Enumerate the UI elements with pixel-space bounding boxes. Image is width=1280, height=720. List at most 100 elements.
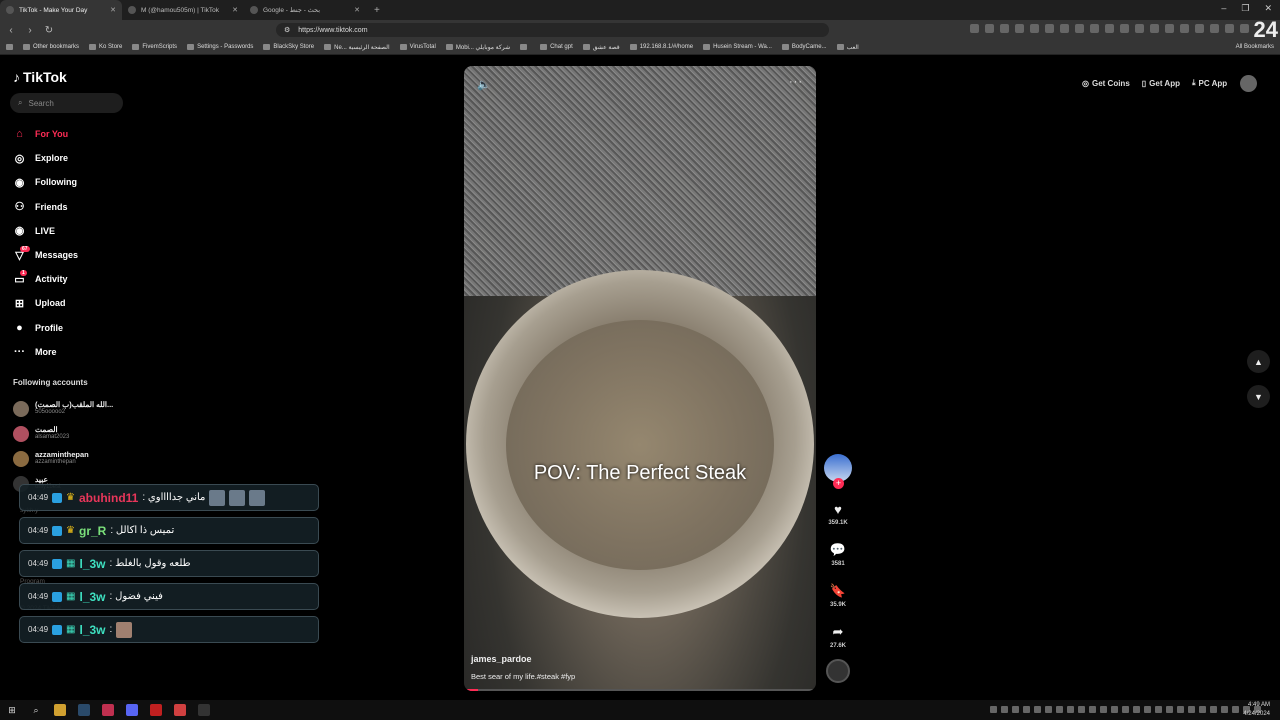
tray-icon[interactable] bbox=[1078, 706, 1085, 713]
following-account[interactable]: الله الملقب(ب الصمت)... 505ooooo2 bbox=[13, 396, 113, 421]
extension-icon[interactable] bbox=[985, 24, 994, 33]
extension-icon[interactable] bbox=[1030, 24, 1039, 33]
extension-icon[interactable] bbox=[1120, 24, 1129, 33]
reload-icon[interactable]: ↻ bbox=[44, 25, 54, 36]
tray-icon[interactable] bbox=[1188, 706, 1195, 713]
search-input[interactable]: ⌕ Search bbox=[10, 93, 123, 113]
tray-icon[interactable] bbox=[1001, 706, 1008, 713]
app-icon[interactable] bbox=[174, 704, 186, 716]
back-icon[interactable]: ‹ bbox=[6, 25, 16, 36]
extension-icon[interactable] bbox=[1195, 24, 1204, 33]
like-button[interactable]: ♥ 359.1K bbox=[828, 502, 847, 526]
sidebar-item-explore[interactable]: ◎ Explore bbox=[12, 146, 78, 170]
minimize-icon[interactable]: – bbox=[1221, 3, 1226, 14]
sidebar-item-friends[interactable]: ⚇ Friends bbox=[12, 195, 78, 219]
get-coins-button[interactable]: ◎ Get Coins bbox=[1082, 79, 1130, 88]
forward-icon[interactable]: › bbox=[25, 25, 35, 36]
pc-app-button[interactable]: ⤓ PC App bbox=[1192, 78, 1227, 88]
tray-icon[interactable] bbox=[990, 706, 997, 713]
previous-video-button[interactable]: ▲ bbox=[1247, 350, 1270, 373]
close-tab-icon[interactable]: ✕ bbox=[354, 6, 360, 14]
following-account[interactable]: azzaminthepan azzaminthepan bbox=[13, 446, 113, 471]
tray-icon[interactable] bbox=[1221, 706, 1228, 713]
tray-icon[interactable] bbox=[1133, 706, 1140, 713]
sidebar-item-activity[interactable]: ▭ 1 Activity bbox=[12, 267, 78, 291]
tray-icon[interactable] bbox=[1122, 706, 1129, 713]
tray-icon[interactable] bbox=[1111, 706, 1118, 713]
bookmark-item[interactable]: Ne... الصفحة الرئيسية bbox=[324, 44, 390, 51]
steam-icon[interactable] bbox=[78, 704, 90, 716]
bookmark-item[interactable]: 192.168.8.1/#/home bbox=[629, 44, 693, 50]
browser-tab-profile[interactable]: M (@hamou505m) | TikTok ✕ bbox=[122, 0, 244, 20]
bookmark-item[interactable]: BlackSky Store bbox=[263, 44, 314, 50]
tray-icon[interactable] bbox=[1067, 706, 1074, 713]
close-tab-icon[interactable]: ✕ bbox=[232, 6, 238, 14]
sidebar-item-upload[interactable]: ⊞ Upload bbox=[12, 291, 78, 315]
windows-start-icon[interactable]: ⊞ bbox=[6, 704, 18, 716]
extension-icon[interactable] bbox=[1210, 24, 1219, 33]
obs-icon[interactable] bbox=[198, 704, 210, 716]
bookmark-item[interactable]: Husein Stream - Wa... bbox=[703, 44, 772, 50]
tray-icon[interactable] bbox=[1023, 706, 1030, 713]
extension-icon[interactable] bbox=[1105, 24, 1114, 33]
tray-icon[interactable] bbox=[1056, 706, 1063, 713]
creator-avatar[interactable]: + bbox=[824, 454, 852, 489]
extension-icon[interactable] bbox=[1240, 24, 1249, 33]
next-video-button[interactable]: ▼ bbox=[1247, 385, 1270, 408]
extension-icon[interactable] bbox=[1060, 24, 1069, 33]
tray-icon[interactable] bbox=[1199, 706, 1206, 713]
get-app-button[interactable]: ▯ Get App bbox=[1142, 79, 1180, 88]
sidebar-item-for-you[interactable]: ⌂ For You bbox=[12, 122, 78, 146]
site-info-icon[interactable]: ⚙ bbox=[284, 26, 290, 34]
extension-icon[interactable] bbox=[1045, 24, 1054, 33]
address-bar[interactable]: ⚙ https://www.tiktok.com bbox=[276, 23, 829, 37]
sidebar-item-live[interactable]: ◉ LIVE bbox=[12, 219, 78, 243]
extension-icon[interactable] bbox=[970, 24, 979, 33]
close-window-icon[interactable]: ✕ bbox=[1264, 3, 1272, 14]
app-icon[interactable] bbox=[150, 704, 162, 716]
browser-icon[interactable] bbox=[102, 704, 114, 716]
extension-icon[interactable] bbox=[1180, 24, 1189, 33]
tray-icon[interactable] bbox=[1155, 706, 1162, 713]
tray-icon[interactable] bbox=[1012, 706, 1019, 713]
bookmark-item[interactable]: العب bbox=[836, 44, 859, 51]
new-tab-icon[interactable]: + bbox=[374, 5, 380, 16]
apps-icon[interactable] bbox=[6, 44, 13, 50]
sidebar-item-messages[interactable]: ▽ 67 Messages bbox=[12, 243, 78, 267]
video-player[interactable]: 🔈 ··· POV: The Perfect Steak james_pardo… bbox=[464, 66, 816, 691]
volume-icon[interactable]: 🔈 bbox=[477, 78, 491, 91]
close-tab-icon[interactable]: ✕ bbox=[110, 6, 116, 14]
tray-icon[interactable] bbox=[1166, 706, 1173, 713]
extension-icon[interactable] bbox=[1090, 24, 1099, 33]
tray-icon[interactable] bbox=[1210, 706, 1217, 713]
video-author[interactable]: james_pardoe bbox=[471, 654, 532, 664]
video-progress-bar[interactable] bbox=[464, 689, 816, 691]
bookmark-item[interactable]: Mobi... شركة موبايلي bbox=[445, 44, 510, 51]
bookmark-item[interactable]: Ko Store bbox=[89, 44, 122, 50]
bookmark-item[interactable] bbox=[520, 44, 530, 50]
browser-tab-tiktok[interactable]: TikTok - Make Your Day ✕ bbox=[0, 0, 122, 20]
bookmark-item[interactable]: Settings - Passwords bbox=[187, 44, 253, 50]
tiktok-logo[interactable]: ♪ TikTok bbox=[13, 69, 67, 85]
sidebar-item-following[interactable]: ◉ Following bbox=[12, 170, 78, 194]
tray-icon[interactable] bbox=[1177, 706, 1184, 713]
tray-icon[interactable] bbox=[1232, 706, 1239, 713]
bookmark-item[interactable]: قصة عشق bbox=[582, 44, 620, 51]
search-icon[interactable]: ⌕ bbox=[30, 704, 42, 716]
comment-button[interactable]: 💬 3581 bbox=[830, 542, 846, 567]
sidebar-item-more[interactable]: ··· More bbox=[12, 340, 78, 364]
bookmark-item[interactable]: Other bookmarks bbox=[23, 44, 79, 50]
extension-icon[interactable] bbox=[1000, 24, 1009, 33]
bookmark-item[interactable]: BodyCame... bbox=[781, 44, 827, 50]
bookmark-item[interactable]: FivemScripts bbox=[132, 44, 177, 50]
music-disc-icon[interactable] bbox=[826, 659, 850, 683]
file-explorer-icon[interactable] bbox=[54, 704, 66, 716]
bookmark-item[interactable]: Chat gpt bbox=[540, 44, 573, 50]
tray-icon[interactable] bbox=[1034, 706, 1041, 713]
discord-icon[interactable] bbox=[126, 704, 138, 716]
more-options-icon[interactable]: ··· bbox=[789, 76, 803, 88]
follow-plus-icon[interactable]: + bbox=[833, 478, 844, 489]
system-clock[interactable]: 4:49 AM 4/24/2024 bbox=[1243, 701, 1270, 719]
extension-icon[interactable] bbox=[1015, 24, 1024, 33]
browser-tab-google[interactable]: Google - بحث - جنط ✕ bbox=[244, 0, 366, 20]
